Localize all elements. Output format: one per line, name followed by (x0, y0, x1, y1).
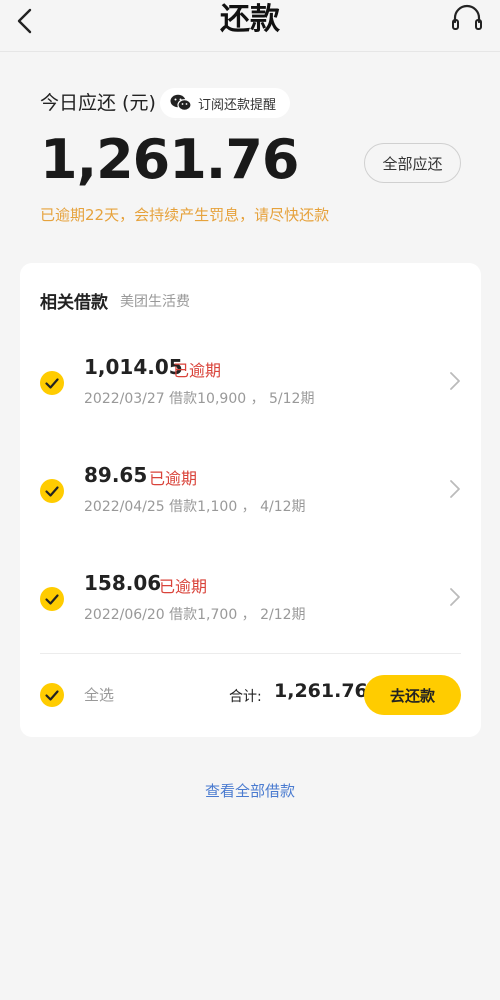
subscribe-reminder-button[interactable]: 订阅还款提醒 (160, 88, 290, 118)
page-title: 还款 (220, 2, 280, 37)
card-subtitle: 美团生活费 (120, 294, 190, 310)
loan-row[interactable]: 1,014.05 已逾期 2022/03/27 借款10,900 ， 5/12期 (20, 355, 481, 445)
check-circle-icon[interactable] (40, 683, 64, 707)
loan-amount: 89.65 (84, 463, 148, 487)
subscribe-reminder-label: 订阅还款提醒 (198, 97, 277, 113)
loan-amount: 1,014.05 (84, 355, 183, 379)
check-circle-icon[interactable] (40, 479, 64, 503)
repay-button[interactable]: 去还款 (364, 675, 461, 715)
check-circle-icon[interactable] (40, 587, 64, 611)
loan-detail: 2022/06/20 借款1,700 ， 2/12期 (84, 607, 306, 623)
card-title: 相关借款 (40, 293, 108, 313)
chevron-right-icon (450, 588, 460, 606)
related-loans-card: 相关借款 美团生活费 1,014.05 已逾期 2022/03/27 借款10,… (20, 263, 481, 737)
all-due-button[interactable]: 全部应还 (364, 143, 461, 183)
header-bar: 还款 (0, 0, 500, 52)
check-circle-icon[interactable] (40, 371, 64, 395)
today-due-label: 今日应还 (元) (40, 92, 156, 114)
loan-amount: 158.06 (84, 571, 162, 595)
select-all-label[interactable]: 全选 (84, 684, 114, 705)
loan-row[interactable]: 158.06 已逾期 2022/06/20 借款1,700 ， 2/12期 (20, 571, 481, 661)
total-label: 合计: (229, 689, 262, 705)
loan-detail: 2022/04/25 借款1,100 ， 4/12期 (84, 499, 306, 515)
overdue-warning: 已逾期22天，会持续产生罚息，请尽快还款 (40, 206, 330, 224)
overdue-tag: 已逾期 (173, 361, 222, 380)
wechat-icon (170, 94, 192, 111)
loan-row[interactable]: 89.65 已逾期 2022/04/25 借款1,100 ， 4/12期 (20, 463, 481, 553)
overdue-tag: 已逾期 (149, 469, 198, 488)
headset-icon[interactable] (450, 4, 484, 36)
chevron-right-icon (450, 480, 460, 498)
loan-detail: 2022/03/27 借款10,900 ， 5/12期 (84, 391, 315, 407)
view-all-loans-link[interactable]: 查看全部借款 (0, 780, 500, 801)
divider (40, 653, 461, 654)
due-amount: 1,261.76 (40, 128, 299, 191)
overdue-tag: 已逾期 (159, 577, 208, 596)
total-value: 1,261.76 (274, 680, 368, 702)
chevron-right-icon (450, 372, 460, 390)
